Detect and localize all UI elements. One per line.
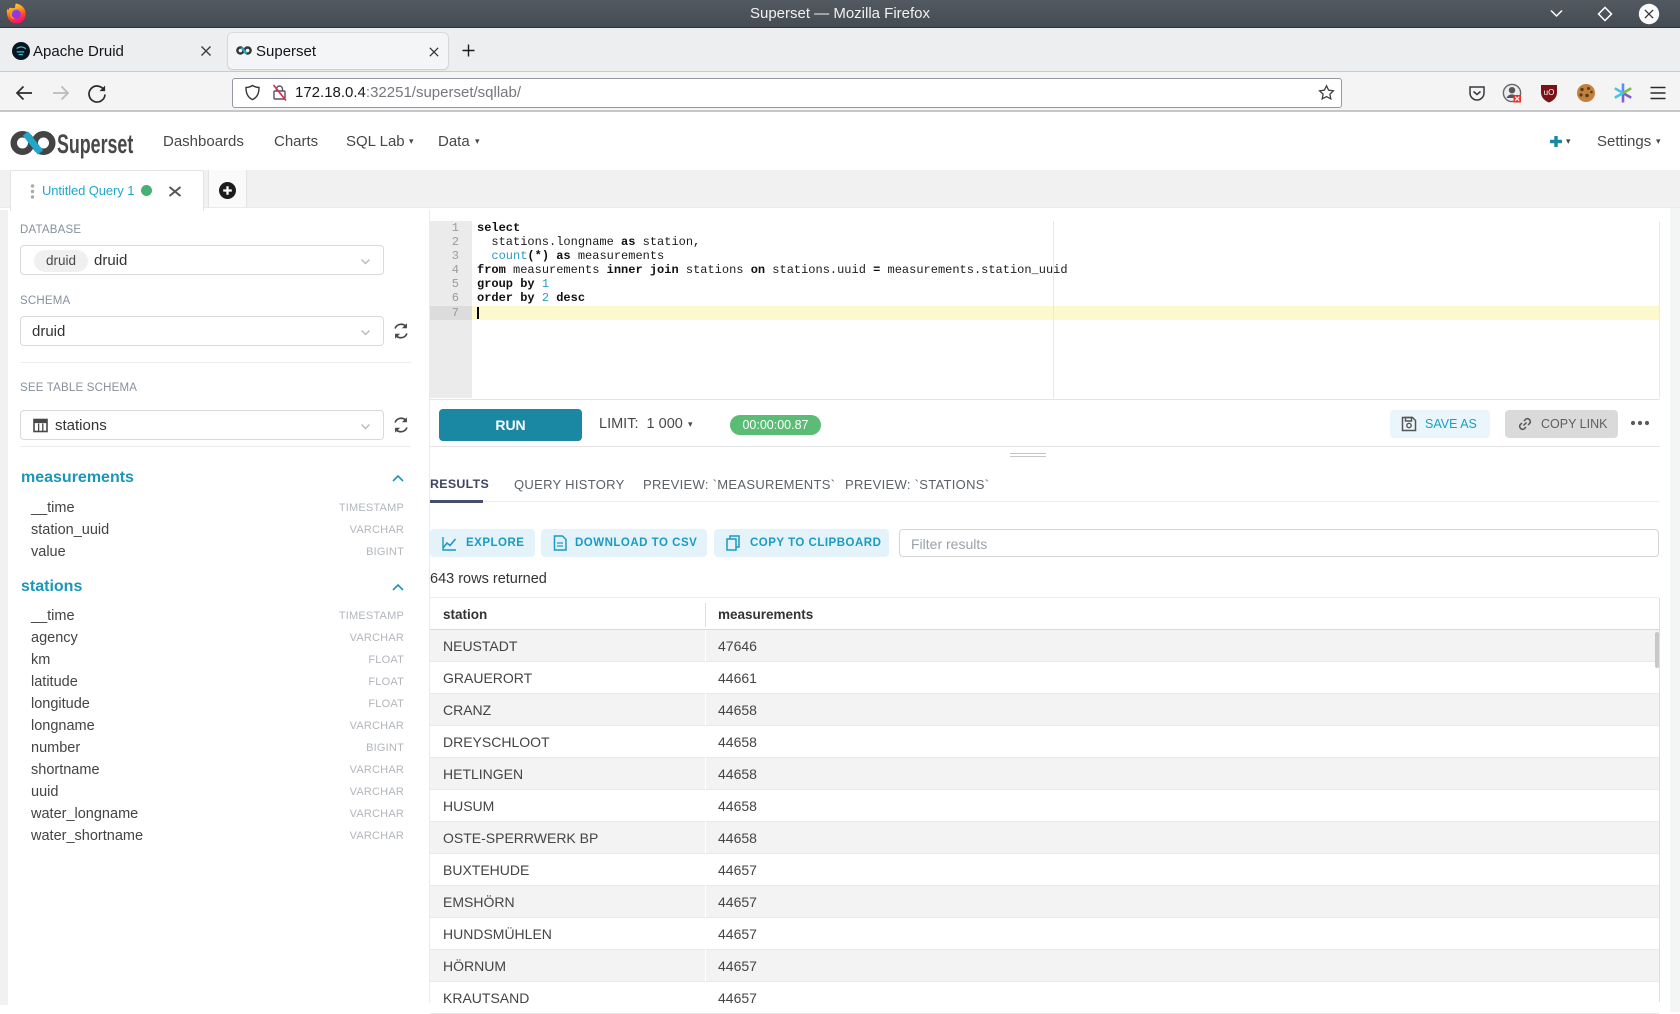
svg-text:uO: uO bbox=[1544, 88, 1555, 97]
